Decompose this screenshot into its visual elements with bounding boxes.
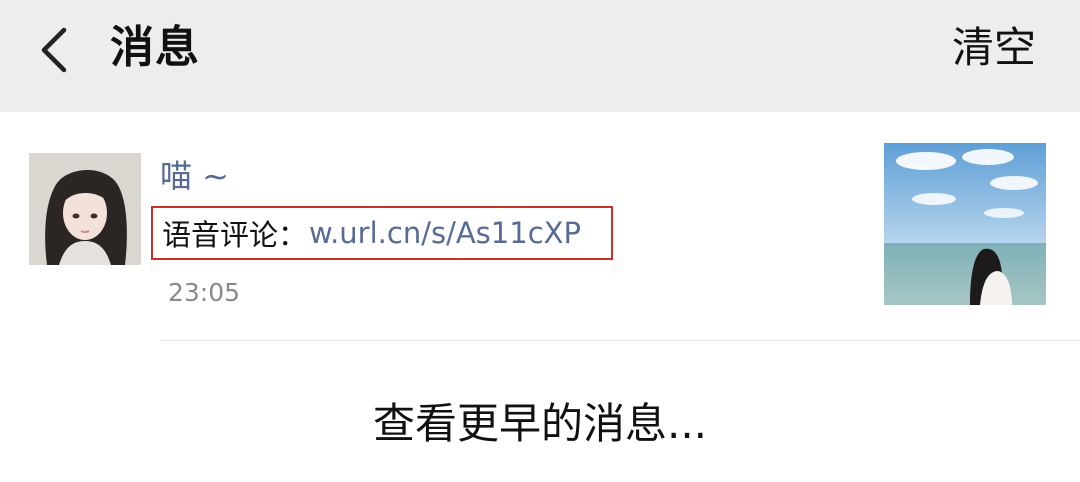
chevron-left-icon xyxy=(41,27,67,73)
voice-comment: 语音评论： w.url.cn/s/As11cXP xyxy=(151,206,613,260)
back-button[interactable] xyxy=(28,22,84,78)
message-item[interactable]: 喵 ~ 语音评论： w.url.cn/s/As11cXP 23:05 xyxy=(0,112,1080,340)
message-time: 23:05 xyxy=(168,278,241,307)
post-thumbnail[interactable] xyxy=(884,143,1046,305)
clear-button[interactable]: 清空 xyxy=(952,18,1036,78)
load-earlier-messages-button[interactable]: 查看更早的消息... xyxy=(0,392,1080,456)
avatar[interactable] xyxy=(29,153,141,265)
comment-prefix: 语音评论： xyxy=(162,218,308,252)
divider xyxy=(160,340,1080,341)
sender-name[interactable]: 喵 ~ xyxy=(160,156,229,196)
page-title: 消息 xyxy=(110,22,200,73)
top-bar: 消息 清空 xyxy=(0,0,1080,112)
comment-link[interactable]: w.url.cn/s/As11cXP xyxy=(309,216,581,250)
